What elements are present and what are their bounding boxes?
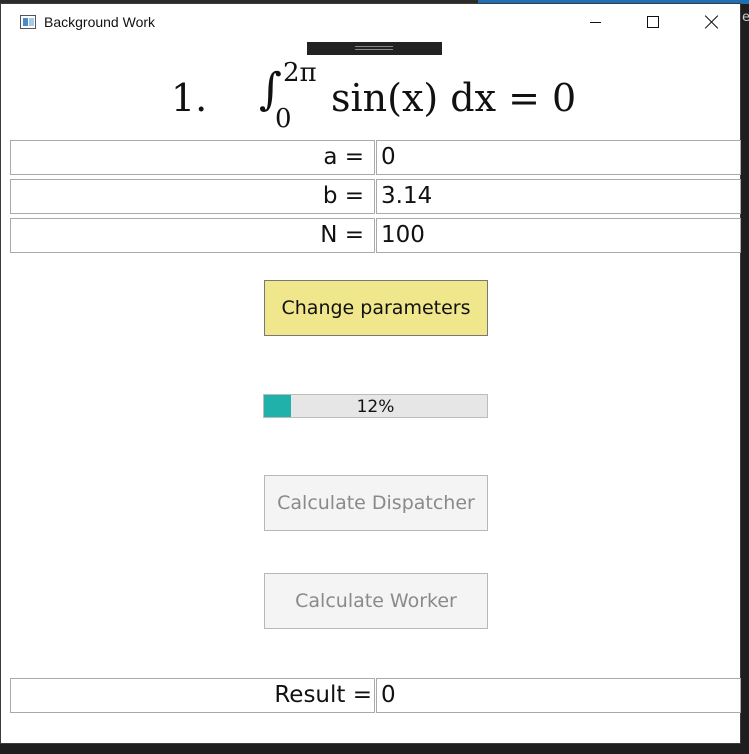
change-parameters-button[interactable]: Change parameters [264, 280, 488, 336]
grip-icon [355, 46, 393, 47]
app-window-icon [20, 15, 36, 29]
maximize-icon [647, 16, 659, 28]
formula-number: 1. [171, 76, 208, 120]
window-title: Background Work [44, 14, 156, 30]
calculate-dispatcher-button[interactable]: Calculate Dispatcher [264, 475, 488, 531]
param-input-b[interactable]: 3.14 [376, 179, 741, 214]
param-label-b: b = [10, 179, 375, 214]
result-value[interactable]: 0 [376, 678, 741, 713]
title-bar[interactable]: Background Work [1, 4, 740, 40]
calculate-worker-button[interactable]: Calculate Worker [264, 573, 488, 629]
close-button[interactable] [683, 4, 741, 40]
param-row-a: a = 0 [10, 140, 741, 175]
param-row-b: b = 3.14 [10, 179, 741, 214]
param-input-n[interactable]: 100 [376, 218, 741, 253]
close-icon [705, 15, 719, 29]
param-row-n: N = 100 [10, 218, 741, 253]
maximize-button[interactable] [624, 4, 682, 40]
minimize-icon [589, 21, 601, 23]
progress-text: 12% [356, 397, 395, 417]
background-text-fragment-right: e [742, 10, 749, 25]
integral-lower-limit: 0 [275, 104, 292, 134]
result-label: Result = [10, 678, 375, 713]
minimize-button[interactable] [566, 4, 624, 40]
drag-handle[interactable] [307, 42, 442, 55]
result-row: Result = 0 [10, 678, 741, 713]
app-window: Background Work 1. ∫ 2π 0 sin(x) dx = 0 … [0, 3, 741, 744]
integral-upper-limit: 2π [283, 58, 317, 88]
param-label-a: a = [10, 140, 375, 175]
param-label-n: N = [10, 218, 375, 253]
integral-body: sin(x) dx = 0 [331, 76, 577, 120]
progress-bar: 12% [263, 394, 488, 418]
param-input-a[interactable]: 0 [376, 140, 741, 175]
